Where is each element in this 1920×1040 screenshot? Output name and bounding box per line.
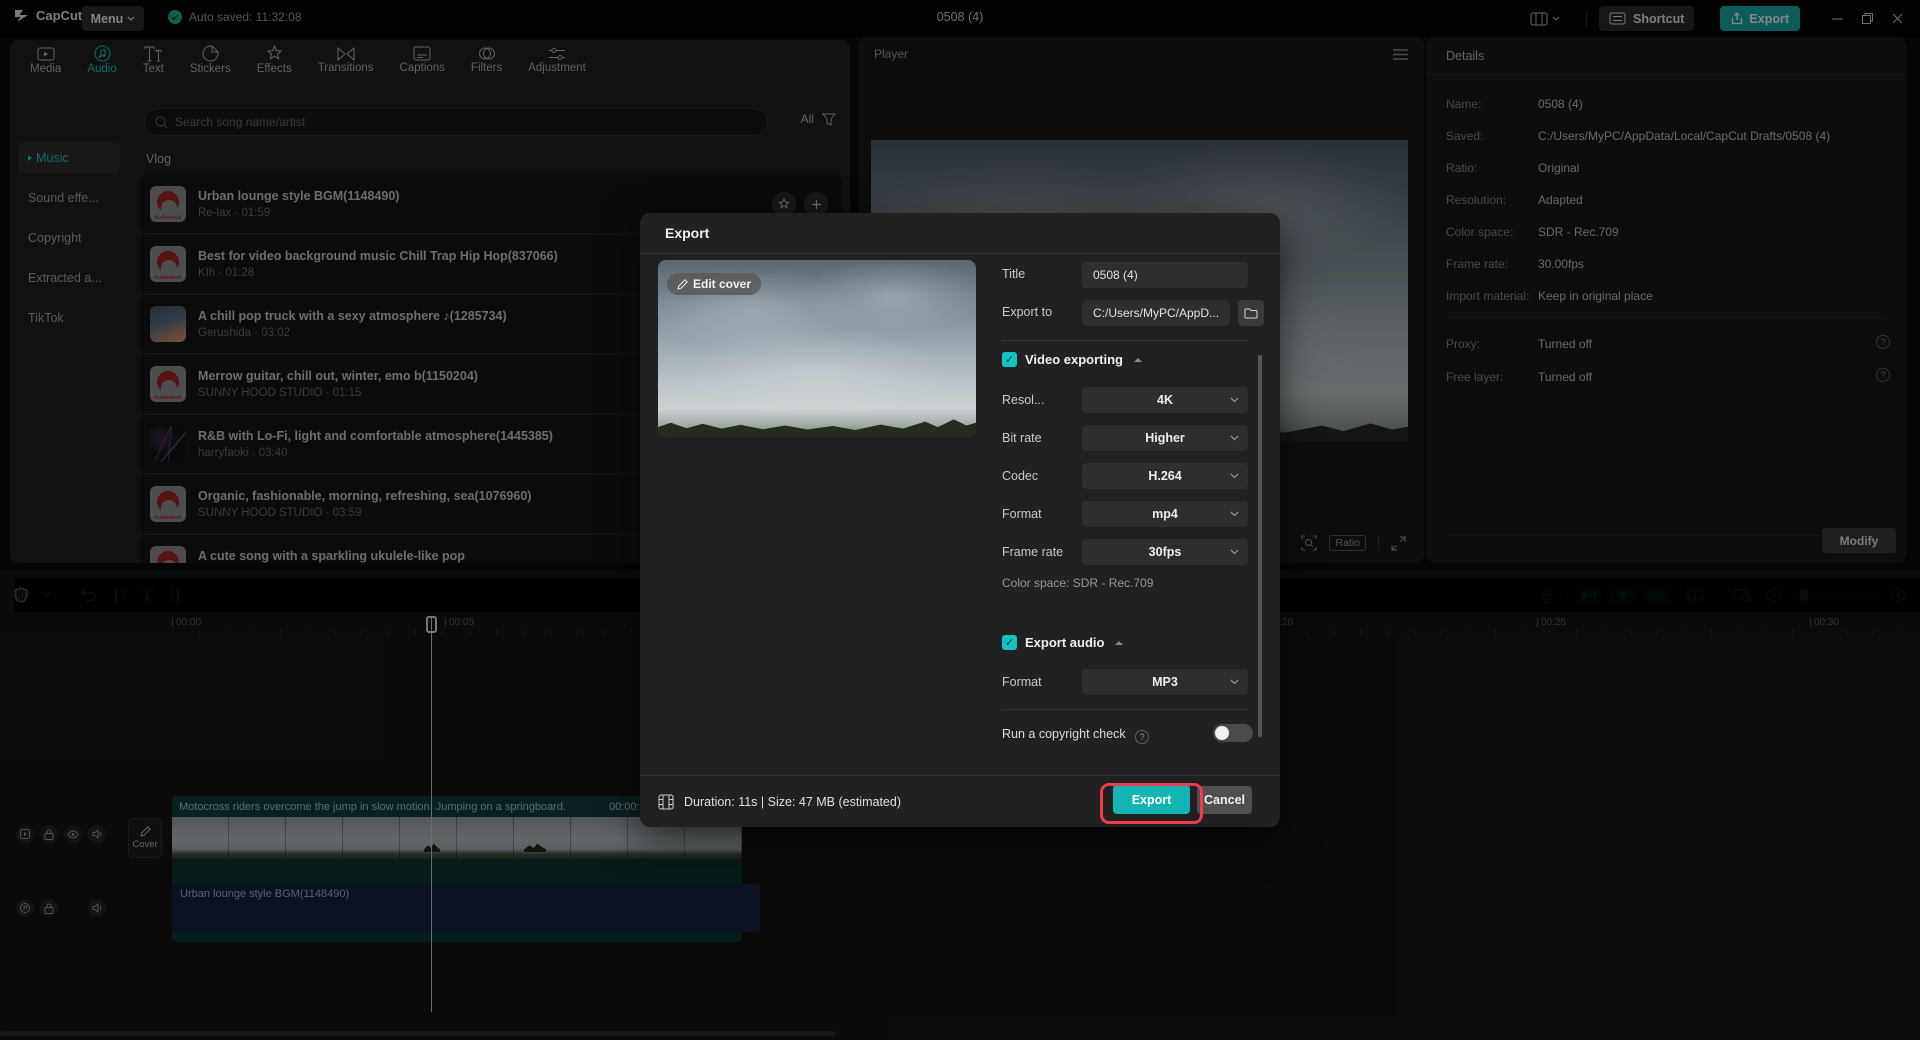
title-value: 0508 (4) xyxy=(1093,268,1138,282)
format-value: mp4 xyxy=(1152,507,1178,521)
chevron-down-icon xyxy=(1230,679,1239,685)
collapse-caret-icon[interactable] xyxy=(1115,641,1123,645)
copyright-check-toggle[interactable] xyxy=(1213,724,1253,742)
help-icon[interactable]: ? xyxy=(1135,730,1149,744)
dialog-scrollbar[interactable] xyxy=(1258,355,1262,737)
folder-icon xyxy=(1244,308,1258,319)
format-label: Format xyxy=(1002,507,1042,521)
film-icon xyxy=(658,794,674,810)
divider xyxy=(1002,340,1248,341)
video-exporting-section: ✓ Video exporting xyxy=(1002,352,1142,367)
codec-dropdown[interactable]: H.264 xyxy=(1082,463,1248,489)
video-export-checkbox[interactable]: ✓ xyxy=(1002,352,1017,367)
resolution-value: 4K xyxy=(1157,393,1173,407)
video-section-label: Video exporting xyxy=(1025,352,1123,367)
export-summary: Duration: 11s | Size: 47 MB (estimated) xyxy=(684,795,901,809)
audio-format-label: Format xyxy=(1002,675,1042,689)
framerate-dropdown[interactable]: 30fps xyxy=(1082,539,1248,565)
audio-format-value: MP3 xyxy=(1152,675,1178,689)
chevron-down-icon xyxy=(1230,435,1239,441)
chevron-down-icon xyxy=(1230,397,1239,403)
export-audio-section: ✓ Export audio xyxy=(1002,635,1123,650)
divider xyxy=(1002,709,1248,710)
color-space-text: Color space: SDR - Rec.709 xyxy=(1002,576,1153,590)
chevron-down-icon xyxy=(1230,549,1239,555)
audio-export-checkbox[interactable]: ✓ xyxy=(1002,635,1017,650)
framerate-value: 30fps xyxy=(1149,545,1182,559)
audio-section-label: Export audio xyxy=(1025,635,1104,650)
collapse-caret-icon[interactable] xyxy=(1134,358,1142,362)
bitrate-dropdown[interactable]: Higher xyxy=(1082,425,1248,451)
bitrate-value: Higher xyxy=(1145,431,1185,445)
edit-cover-label: Edit cover xyxy=(693,277,751,291)
copyright-check-row: Run a copyright check ? xyxy=(1002,727,1149,744)
resolution-dropdown[interactable]: 4K xyxy=(1082,387,1248,413)
export-to-label: Export to xyxy=(1002,305,1052,319)
codec-value: H.264 xyxy=(1148,469,1181,483)
export-cover-preview: Edit cover xyxy=(658,260,976,437)
codec-label: Codec xyxy=(1002,469,1038,483)
title-input[interactable]: 0508 (4) xyxy=(1082,262,1248,288)
chevron-down-icon xyxy=(1230,511,1239,517)
export-path-value: C:/Users/MyPC/AppD... xyxy=(1093,306,1219,320)
chevron-down-icon xyxy=(1230,473,1239,479)
pencil-icon xyxy=(677,279,688,290)
bitrate-label: Bit rate xyxy=(1002,431,1042,445)
export-path-input[interactable]: C:/Users/MyPC/AppD... xyxy=(1082,300,1230,326)
cancel-button[interactable]: Cancel xyxy=(1197,786,1252,814)
framerate-label: Frame rate xyxy=(1002,545,1063,559)
export-dialog-title: Export xyxy=(640,213,1280,254)
audio-format-dropdown[interactable]: MP3 xyxy=(1082,669,1248,695)
export-dialog: Export Edit cover Title 0508 (4) Export … xyxy=(640,213,1280,827)
resolution-label: Resol... xyxy=(1002,393,1044,407)
format-dropdown[interactable]: mp4 xyxy=(1082,501,1248,527)
browse-folder-button[interactable] xyxy=(1238,300,1264,326)
title-field-label: Title xyxy=(1002,267,1025,281)
annotation-highlight xyxy=(1100,783,1203,824)
copyright-check-label: Run a copyright check xyxy=(1002,727,1126,741)
edit-cover-button[interactable]: Edit cover xyxy=(667,273,761,295)
cover-grass xyxy=(658,415,976,437)
